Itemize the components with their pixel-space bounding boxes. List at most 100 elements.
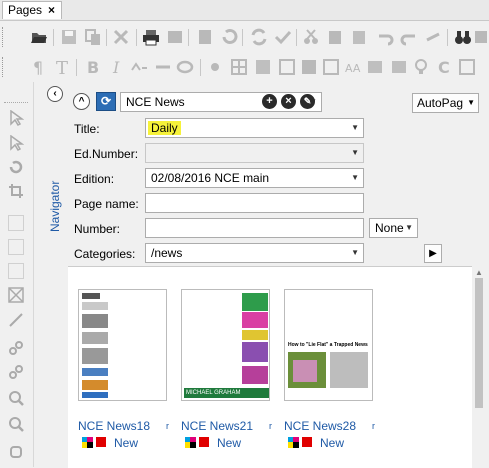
svg-text:C: C [438, 58, 450, 76]
chain-link-icon[interactable] [8, 340, 24, 356]
autopag-select[interactable]: AutoPag ▼ [412, 93, 479, 113]
copy-icon[interactable] [84, 28, 102, 46]
export-icon[interactable] [458, 58, 476, 76]
collapse-up-button[interactable]: ^ [73, 93, 90, 110]
navigator-collapse-button[interactable]: ‹ [47, 86, 63, 102]
strike-icon[interactable] [154, 58, 172, 76]
page-marker: r [269, 421, 272, 431]
status-red-icon [96, 437, 106, 447]
categories-chevron-icon: ▼ [351, 248, 359, 257]
crop-icon[interactable] [8, 183, 24, 199]
undo-page-icon[interactable] [220, 28, 238, 46]
cut-icon[interactable] [302, 28, 320, 46]
add-icon[interactable]: + [262, 94, 277, 109]
lightbulb-icon[interactable] [412, 58, 430, 76]
page-icon[interactable] [196, 28, 214, 46]
status-red-icon [302, 437, 312, 447]
pagename-input[interactable] [145, 193, 364, 213]
status-red-icon [199, 437, 209, 447]
page-name[interactable]: NCE News28 [284, 419, 356, 433]
page-marker: r [166, 421, 169, 431]
page-tool-icon[interactable] [8, 215, 24, 231]
font-size-icon[interactable]: AA [344, 58, 362, 76]
toolbar-grip[interactable] [2, 27, 9, 47]
refresh-button[interactable]: ⟳ [96, 92, 116, 111]
edition-select[interactable]: 02/08/2016 NCE main ▼ [145, 168, 364, 188]
sync-icon[interactable] [250, 28, 268, 46]
scrollbar-thumb[interactable] [475, 278, 483, 408]
toolbar-main [0, 24, 489, 51]
print-icon[interactable] [142, 28, 160, 46]
play-button[interactable]: ▶ [424, 244, 442, 263]
replace-icon[interactable] [472, 28, 489, 46]
page-name[interactable]: NCE News21 [181, 419, 253, 433]
thumbnails-scrollbar[interactable]: ▲ [472, 266, 485, 467]
number-input[interactable] [145, 218, 364, 238]
undo-icon[interactable] [376, 28, 394, 46]
color-swatch-icon [288, 437, 299, 448]
binoculars-icon[interactable] [454, 28, 472, 46]
svg-text:T: T [56, 58, 68, 76]
zoom-in-icon[interactable] [8, 390, 24, 406]
clipboard-icon[interactable] [350, 28, 368, 46]
edit-icon[interactable]: ✎ [300, 94, 315, 109]
layout-icon[interactable] [322, 58, 340, 76]
page-name[interactable]: NCE News18 [78, 419, 150, 433]
italic-icon[interactable]: I [108, 58, 126, 76]
image-icon[interactable] [366, 58, 384, 76]
toolbar-format-grip[interactable] [2, 57, 9, 77]
unlink-icon[interactable] [8, 364, 24, 380]
title-select[interactable]: Daily ▼ [145, 118, 364, 138]
toolbar-format: ¶ T B I AA C [0, 54, 489, 81]
preview-icon[interactable] [166, 28, 184, 46]
navigator-label[interactable]: Navigator [48, 181, 62, 232]
ellipse-icon[interactable] [176, 58, 194, 76]
paragraph-icon[interactable]: ¶ [30, 58, 48, 76]
page-thumbnail[interactable] [78, 289, 167, 401]
publication-value: NCE News [126, 95, 185, 109]
delete-icon[interactable] [112, 28, 130, 46]
open-folder-icon[interactable] [30, 28, 48, 46]
frame-icon[interactable] [300, 58, 318, 76]
text-frame-icon[interactable] [8, 239, 24, 255]
photo-icon[interactable] [390, 58, 408, 76]
zoom-out-icon[interactable] [8, 416, 24, 432]
page-status[interactable]: New [217, 436, 241, 450]
save-icon[interactable] [60, 28, 78, 46]
spellcheck-icon[interactable] [130, 58, 148, 76]
tab-pages[interactable]: Pages × [2, 1, 62, 19]
direct-select-icon[interactable] [8, 135, 24, 151]
categories-select[interactable]: /news ▼ [145, 243, 364, 263]
columns-icon[interactable] [278, 58, 296, 76]
copyright-icon[interactable]: C [436, 58, 454, 76]
table-icon[interactable] [254, 58, 272, 76]
number-mode-select[interactable]: None ▼ [369, 218, 418, 238]
remove-icon[interactable]: × [281, 94, 296, 109]
text-icon[interactable]: T [54, 58, 72, 76]
scroll-up-icon[interactable]: ▲ [475, 268, 483, 277]
dot-icon[interactable] [206, 58, 224, 76]
pagename-label: Page name: [74, 197, 139, 211]
paste-icon[interactable] [326, 28, 344, 46]
redo-icon[interactable] [400, 28, 418, 46]
select-arrow-icon[interactable] [8, 110, 24, 126]
grid-icon[interactable] [230, 58, 248, 76]
rectangle-icon[interactable] [8, 263, 24, 279]
page-thumbnail[interactable]: MICHAEL GRAHAM [181, 289, 270, 401]
bold-icon[interactable]: B [84, 58, 102, 76]
pages-panel: ^ ⟳ NCE News ▼ + × ✎ AutoPag ▼ Title: Da… [68, 88, 485, 468]
tab-pages-label: Pages [8, 3, 43, 17]
page-status[interactable]: New [320, 436, 344, 450]
image-frame-icon[interactable] [8, 287, 24, 303]
hand-tool-icon[interactable] [8, 442, 24, 458]
left-tool-strip [0, 82, 34, 467]
tab-close-icon[interactable]: × [48, 2, 55, 19]
ednumber-select[interactable]: ▼ [145, 143, 364, 163]
link-icon[interactable] [424, 28, 442, 46]
check-icon[interactable] [274, 28, 292, 46]
page-thumbnail[interactable]: How to "Lie Flat" a Trapped News [284, 289, 373, 401]
page-status[interactable]: New [114, 436, 138, 450]
rotate-icon[interactable] [8, 159, 24, 175]
line-tool-icon[interactable] [8, 312, 24, 328]
autopag-chevron-icon: ▼ [467, 98, 475, 107]
